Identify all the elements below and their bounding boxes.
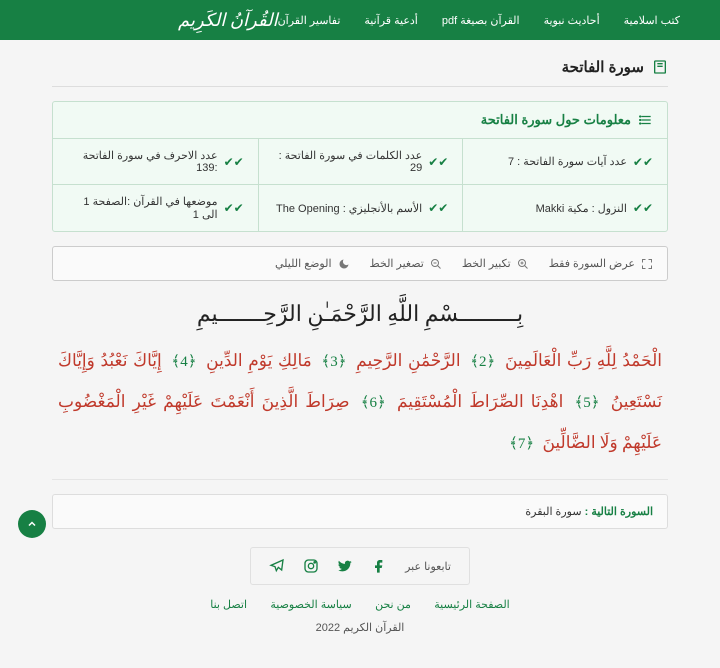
info-card: معلومات حول سورة الفاتحة ✔✔عدد آيات سورة… [52,101,668,232]
twitter-icon[interactable] [337,558,353,574]
aya-number: ﴿7﴾ [509,436,534,452]
scroll-top-button[interactable] [18,510,46,538]
info-cell: ✔✔الأسم بالأنجليزي : The Opening [258,185,463,231]
facebook-icon[interactable] [371,558,387,574]
check-icon: ✔✔ [428,201,448,215]
aya-text[interactable]: مَالِكِ يَوْمِ الدِّينِ [206,351,312,370]
site-logo[interactable]: القُرآنُ الكَرِيم [178,10,278,31]
info-grid: ✔✔عدد آيات سورة الفاتحة : 7 ✔✔عدد الكلما… [53,139,667,231]
nav-link[interactable]: أدعية قرآنية [364,14,417,27]
zoom-in-button[interactable]: تكبير الخط [462,257,529,270]
aya-number: ﴿6﴾ [361,395,386,411]
next-label: السورة التالية : [585,506,653,518]
zoom-out-icon [430,258,442,270]
night-mode-button[interactable]: الوضع الليلي [275,257,350,270]
toolbar: عرض السورة فقط تكبير الخط تصغير الخط الو… [52,246,668,281]
nav-link[interactable]: تفاسير القرآن [278,14,341,27]
page-title: سورة الفاتحة [562,58,644,76]
info-cell: ✔✔عدد الاحرف في سورة الفاتحة :139 [53,139,258,185]
info-card-header: معلومات حول سورة الفاتحة [53,102,667,139]
follow-box: تابعونا عبر [250,547,470,585]
nav-link[interactable]: القرآن بصيغة pdf [442,14,520,27]
bismillah: بِـــــــــسْمِ اللَّهِ الرَّحْمَـٰنِ ال… [52,301,668,327]
quran-icon [652,59,668,75]
footer-link[interactable]: سياسة الخصوصية [270,599,351,611]
ayat-block: الْحَمْدُ لِلَّهِ رَبِّ الْعَالَمِينَ ﴿2… [52,341,668,480]
info-heading: معلومات حول سورة الفاتحة [481,112,631,128]
zoom-out-button[interactable]: تصغير الخط [370,257,442,270]
footer-link[interactable]: الصفحة الرئيسية [434,599,509,611]
check-icon: ✔✔ [633,155,653,169]
check-icon: ✔✔ [224,155,244,169]
follow-label: تابعونا عبر [405,560,451,573]
next-value: سورة البقرة [525,506,581,518]
instagram-icon[interactable] [303,558,319,574]
check-icon: ✔✔ [633,201,653,215]
aya-text[interactable]: اهْدِنَا الصِّرَاطَ الْمُسْتَقِيمَ [397,392,563,411]
info-cell: ✔✔عدد الكلمات في سورة الفاتحة : 29 [258,139,463,185]
page-title-row: سورة الفاتحة [52,58,668,87]
aya-number: ﴿4﴾ [171,354,196,370]
nav-link[interactable]: كتب اسلامية [624,14,680,27]
check-icon: ✔✔ [428,155,448,169]
nav-link[interactable]: أحاديث نبوية [544,14,600,27]
telegram-icon[interactable] [269,558,285,574]
chevron-up-icon [26,518,38,530]
next-surah-row[interactable]: السورة التالية : سورة البقرة [52,494,668,529]
info-cell: ✔✔النزول : مكية Makki [462,185,667,231]
expand-icon [641,258,653,270]
aya-text[interactable]: الرَّحْمَٰنِ الرَّحِيمِ [356,351,460,370]
info-cell: ✔✔عدد آيات سورة الفاتحة : 7 [462,139,667,185]
aya-number: ﴿5﴾ [575,395,600,411]
footer-links: الصفحة الرئيسية من نحن سياسة الخصوصية ات… [52,597,668,611]
aya-text[interactable]: الْحَمْدُ لِلَّهِ رَبِّ الْعَالَمِينَ [505,351,662,370]
navbar: كتب اسلامية أحاديث نبوية القرآن بصيغة pd… [0,0,720,40]
aya-number: ﴿2﴾ [470,354,495,370]
zoom-in-icon [517,258,529,270]
copyright: القرآن الكريم 2022 [52,621,668,650]
aya-number: ﴿3﴾ [321,354,346,370]
fullscreen-button[interactable]: عرض السورة فقط [549,257,653,270]
list-icon [639,113,653,127]
info-cell: ✔✔موضعها في القرآن :الصفحة 1 الى 1 [53,185,258,231]
footer-link[interactable]: من نحن [375,599,411,611]
check-icon: ✔✔ [224,201,244,215]
aya-text[interactable]: صِرَاطَ الَّذِينَ أَنْعَمْتَ عَلَيْهِمْ … [58,392,662,452]
footer-link[interactable]: اتصل بنا [210,599,247,611]
nav-items: كتب اسلامية أحاديث نبوية القرآن بصيغة pd… [278,14,680,27]
moon-icon [338,258,350,270]
